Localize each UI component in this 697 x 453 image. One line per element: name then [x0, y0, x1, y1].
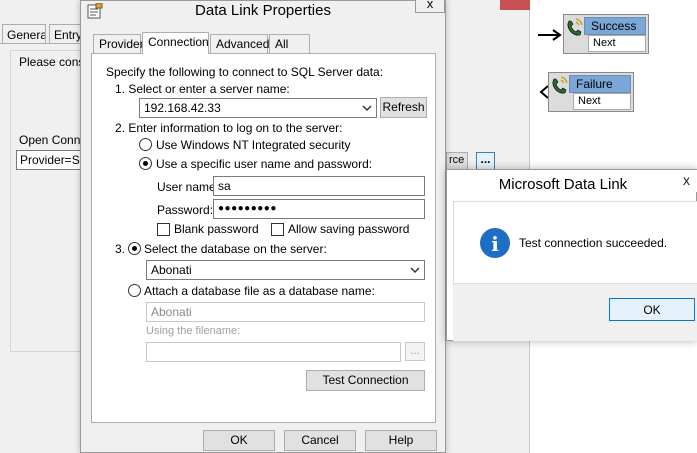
- tab-provider[interactable]: Provider: [93, 34, 144, 53]
- server-name-value: 192.168.42.33: [144, 101, 221, 115]
- phone-icon: [552, 76, 568, 94]
- info-glyph: i: [491, 232, 499, 256]
- connection-panel: Specify the following to connect to SQL …: [91, 53, 436, 423]
- radio-specific-user-label: Use a specific user name and password:: [156, 157, 373, 171]
- step1-label: 1. Select or enter a server name:: [115, 82, 290, 96]
- blank-password-label: Blank password: [174, 222, 259, 236]
- success-node-next[interactable]: Next: [588, 35, 646, 52]
- step3-label: 3.: [115, 242, 126, 256]
- attach-database-field: Abonati: [146, 302, 425, 322]
- radio-nt-security[interactable]: [139, 138, 152, 151]
- ok-button[interactable]: OK: [203, 430, 275, 451]
- message-box: Microsoft Data Link x i Test connection …: [446, 169, 697, 341]
- radio-nt-security-label: Use Windows NT Integrated security: [156, 138, 351, 152]
- server-name-combo[interactable]: 192.168.42.33: [139, 98, 377, 118]
- message-text: Test connection succeeded.: [519, 236, 668, 250]
- failure-node-title: Failure: [569, 75, 631, 93]
- message-box-ok-button[interactable]: OK: [609, 298, 695, 321]
- background-open-connection-label: Open Conne: [19, 133, 88, 147]
- dialog-title: Data Link Properties: [195, 2, 331, 19]
- background-provider-field[interactable]: Provider=SQ: [16, 150, 86, 170]
- test-connection-button[interactable]: Test Connection: [306, 370, 425, 391]
- success-node-title: Success: [584, 17, 646, 35]
- intro-text: Specify the following to connect to SQL …: [106, 65, 384, 79]
- background-browse-button[interactable]: ...: [476, 152, 495, 170]
- radio-attach-database-label: Attach a database file as a database nam…: [144, 284, 375, 298]
- radio-select-database-label: Select the database on the server:: [144, 242, 327, 256]
- step2-label: 2. Enter information to log on to the se…: [115, 121, 343, 135]
- username-field[interactable]: sa: [213, 176, 425, 196]
- radio-specific-user[interactable]: [139, 157, 152, 170]
- background-close-button[interactable]: [500, 0, 530, 10]
- info-icon: i: [480, 228, 510, 258]
- close-button[interactable]: x: [415, 0, 445, 13]
- success-arrow-icon: [538, 29, 562, 41]
- background-tab-general[interactable]: General: [2, 24, 46, 44]
- filename-label: Using the filename:: [146, 325, 241, 337]
- phone-icon: [567, 18, 583, 36]
- database-value: Abonati: [151, 263, 192, 277]
- failure-node[interactable]: Failure Next: [548, 72, 634, 112]
- database-combo[interactable]: Abonati: [146, 260, 425, 280]
- password-field[interactable]: ●●●●●●●●●: [213, 199, 425, 219]
- success-node[interactable]: Success Next: [563, 14, 649, 54]
- allow-saving-checkbox[interactable]: [271, 223, 284, 236]
- message-box-title: Microsoft Data Link: [498, 176, 628, 193]
- tab-all[interactable]: All: [269, 34, 310, 53]
- data-link-properties-dialog: Data Link Properties x Provider Connecti…: [80, 0, 446, 453]
- chevron-down-icon: [362, 105, 372, 112]
- background-tab-entry[interactable]: Entry: [49, 24, 81, 44]
- browse-file-button: ...: [405, 342, 425, 361]
- message-box-close-button[interactable]: x: [675, 170, 697, 192]
- cancel-button[interactable]: Cancel: [284, 430, 356, 451]
- chevron-down-icon: [410, 267, 420, 274]
- username-label: User name:: [157, 180, 220, 194]
- allow-saving-label: Allow saving password: [288, 222, 410, 236]
- refresh-button[interactable]: Refresh: [380, 97, 427, 118]
- password-label: Password:: [157, 203, 214, 217]
- title-bar[interactable]: Data Link Properties x: [81, 0, 445, 23]
- help-button[interactable]: Help: [365, 430, 437, 451]
- tab-connection[interactable]: Connection: [142, 32, 209, 54]
- blank-password-checkbox[interactable]: [157, 223, 170, 236]
- radio-attach-database[interactable]: [128, 284, 141, 297]
- failure-node-next[interactable]: Next: [573, 93, 631, 110]
- background-source-button[interactable]: rce: [446, 152, 468, 170]
- filename-field: [146, 342, 401, 362]
- background-please-text: Please cons: [19, 55, 85, 69]
- radio-select-database[interactable]: [128, 242, 141, 255]
- tab-advanced[interactable]: Advanced: [210, 34, 269, 53]
